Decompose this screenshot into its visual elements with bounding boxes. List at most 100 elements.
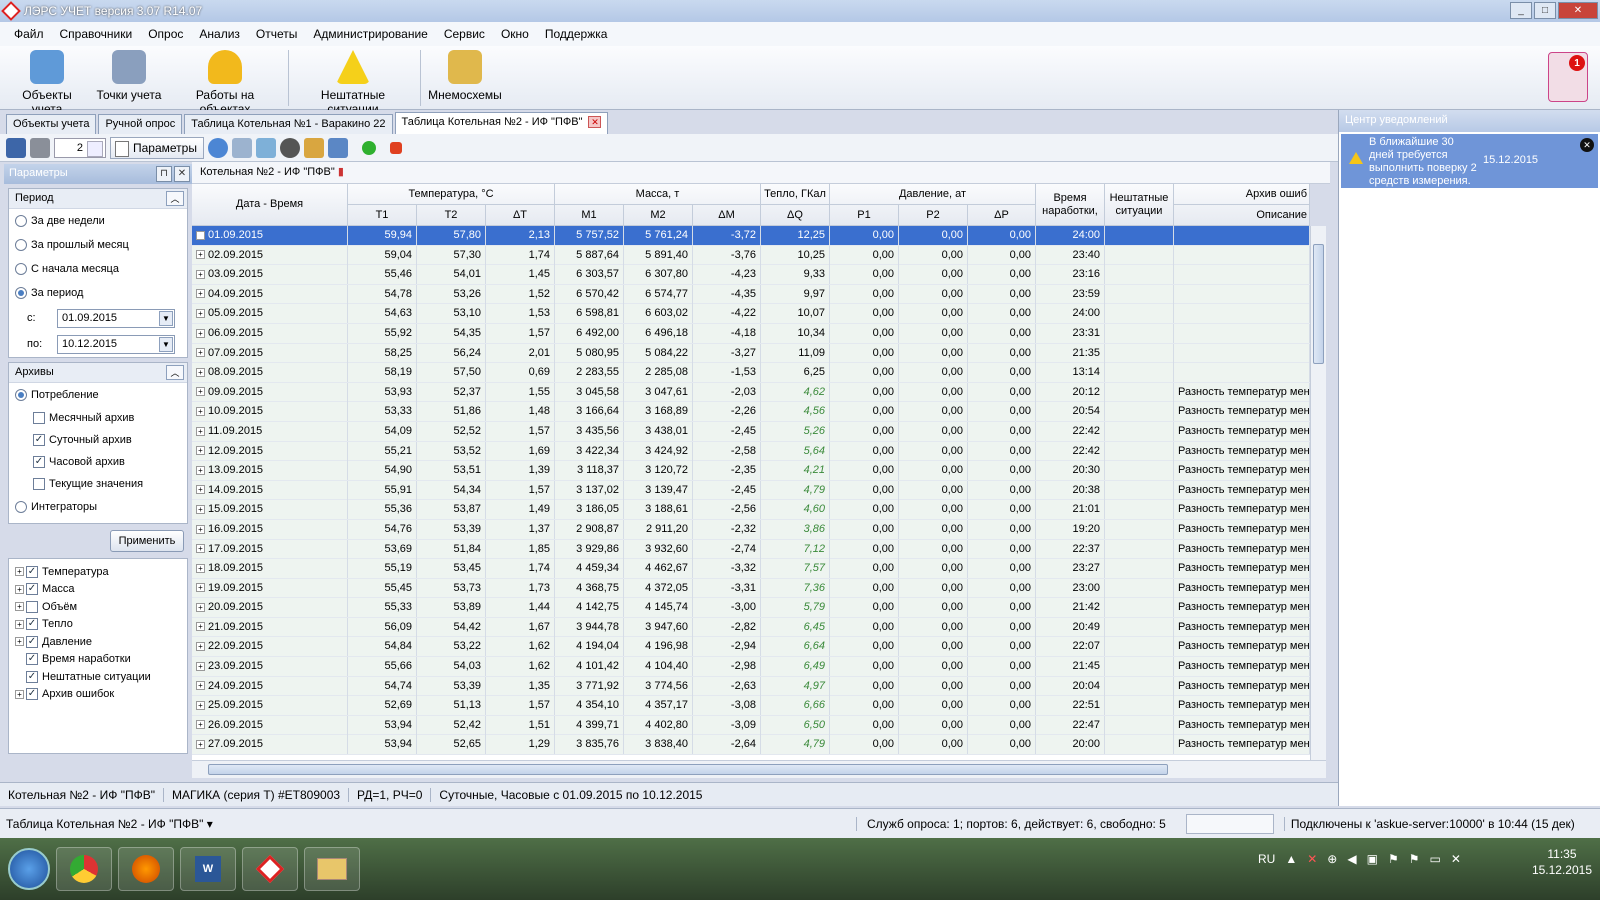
archive-hourly[interactable]: ✓ Часовой архив bbox=[9, 451, 187, 473]
expand-icon[interactable]: + bbox=[196, 602, 205, 612]
collapse-icon[interactable]: ︿ bbox=[166, 191, 184, 206]
explorer-taskbar-icon[interactable] bbox=[304, 847, 360, 891]
expand-icon[interactable]: + bbox=[196, 740, 205, 750]
expand-icon[interactable]: + bbox=[196, 622, 205, 632]
monitor-icon[interactable]: ▣ bbox=[1367, 852, 1378, 866]
tree-item[interactable]: ✓ Нештатные ситуации bbox=[9, 668, 187, 686]
col-runtime[interactable]: Время наработки, bbox=[1036, 184, 1105, 226]
table-row[interactable]: +15.09.2015 55,36 53,87 1,49 3 186,05 3 188,6… bbox=[192, 500, 1310, 520]
expand-icon[interactable]: + bbox=[15, 584, 24, 594]
scroll-thumb[interactable] bbox=[1313, 244, 1324, 364]
table-row[interactable]: +22.09.2015 54,84 53,22 1,62 4 194,04 4 196,9… bbox=[192, 637, 1310, 658]
col-dm[interactable]: ΔM bbox=[693, 205, 761, 226]
expand-icon[interactable]: + bbox=[196, 661, 205, 671]
points-button[interactable]: Точки учета bbox=[96, 50, 162, 108]
tree-item[interactable]: + ✓ Масса bbox=[9, 581, 187, 599]
tree-item[interactable]: + ✓ Архив ошибок bbox=[9, 686, 187, 704]
expand-icon[interactable]: + bbox=[15, 602, 24, 612]
table-row[interactable]: +03.09.2015 55,46 54,01 1,45 6 303,57 6 307,8… bbox=[192, 265, 1310, 285]
depth-spinner[interactable]: 2 bbox=[54, 137, 106, 158]
tab-close-icon[interactable]: ✕ bbox=[588, 116, 602, 128]
expand-icon[interactable]: + bbox=[15, 689, 24, 699]
expand-icon[interactable]: + bbox=[196, 544, 205, 554]
tray-arrow-icon[interactable]: ▲ bbox=[1285, 852, 1297, 866]
col-p1[interactable]: P1 bbox=[830, 205, 899, 226]
menu-directories[interactable]: Справочники bbox=[52, 27, 141, 41]
mnemo-button[interactable]: Мнемосхемы bbox=[426, 50, 504, 108]
tab-objects[interactable]: Объекты учета bbox=[6, 114, 97, 134]
table-row[interactable]: +18.09.2015 55,19 53,45 1,74 4 459,34 4 462,6… bbox=[192, 559, 1310, 579]
maximize-button[interactable]: □ bbox=[1534, 2, 1556, 19]
flag-icon[interactable]: ⚑ bbox=[1409, 852, 1420, 866]
table-row[interactable]: +10.09.2015 53,33 51,86 1,48 3 166,64 3 168,8… bbox=[192, 402, 1310, 422]
close-icon[interactable]: ✕ bbox=[1580, 138, 1594, 152]
expand-icon[interactable]: + bbox=[196, 269, 205, 279]
table-row[interactable]: +09.09.2015 53,93 52,37 1,55 3 045,58 3 047,6… bbox=[192, 382, 1310, 403]
print-icon[interactable] bbox=[30, 137, 50, 158]
archive-daily[interactable]: ✓ Суточный архив bbox=[9, 429, 187, 451]
table-row[interactable]: +27.09.2015 53,94 52,65 1,29 3 835,76 3 838,4… bbox=[192, 735, 1310, 756]
menu-admin[interactable]: Администрирование bbox=[305, 27, 435, 41]
expand-icon[interactable]: + bbox=[196, 485, 205, 495]
col-emergency[interactable]: Нештатные ситуации bbox=[1105, 184, 1174, 226]
col-p2[interactable]: P2 bbox=[899, 205, 968, 226]
table-row[interactable]: +05.09.2015 54,63 53,10 1,53 6 598,81 6 603,0… bbox=[192, 304, 1310, 324]
table-row[interactable]: +26.09.2015 53,94 52,42 1,51 4 399,71 4 402,8… bbox=[192, 715, 1310, 736]
expand-icon[interactable]: + bbox=[196, 720, 205, 730]
expand-icon[interactable]: + bbox=[196, 583, 205, 593]
filter-icon[interactable] bbox=[279, 137, 300, 158]
col-dt[interactable]: ΔT bbox=[486, 205, 555, 226]
menu-service[interactable]: Сервис bbox=[436, 27, 493, 41]
menu-reports[interactable]: Отчеты bbox=[248, 27, 305, 41]
expand-icon[interactable]: + bbox=[196, 406, 205, 416]
edit-icon[interactable] bbox=[303, 137, 324, 158]
checkbox-checked-icon[interactable]: ✓ bbox=[26, 565, 38, 578]
parameters-button[interactable]: Параметры bbox=[110, 136, 204, 159]
checkbox-checked-icon[interactable]: ✓ bbox=[26, 635, 38, 648]
tree-item[interactable]: + ✓ Тепло bbox=[9, 616, 187, 634]
table-row[interactable]: +12.09.2015 55,21 53,52 1,69 3 422,34 3 424,9… bbox=[192, 441, 1310, 462]
close-button[interactable]: ✕ bbox=[1558, 2, 1598, 19]
expand-icon[interactable]: + bbox=[196, 681, 205, 691]
expand-icon[interactable]: + bbox=[196, 426, 205, 436]
volume-icon[interactable]: ◀ bbox=[1347, 852, 1356, 866]
table-row[interactable]: +23.09.2015 55,66 54,03 1,62 4 101,42 4 104,4… bbox=[192, 657, 1310, 677]
table-row[interactable]: +07.09.2015 58,25 56,24 2,01 5 080,95 5 084,2… bbox=[192, 343, 1310, 364]
table-row[interactable]: +01.09.2015 59,94 57,80 2,13 5 757,52 5 761,2… bbox=[192, 226, 1310, 246]
period-custom[interactable]: За период bbox=[9, 281, 187, 305]
expand-icon[interactable]: + bbox=[196, 348, 205, 358]
lers-taskbar-icon[interactable] bbox=[242, 847, 298, 891]
checkbox-checked-icon[interactable]: ✓ bbox=[26, 583, 38, 596]
col-dp[interactable]: ΔP bbox=[968, 205, 1036, 226]
vertical-scrollbar[interactable] bbox=[1310, 226, 1326, 760]
works-button[interactable]: Работы на объектах bbox=[170, 50, 280, 116]
table-row[interactable]: +20.09.2015 55,33 53,89 1,44 4 142,75 4 145,7… bbox=[192, 598, 1310, 618]
table-row[interactable]: +11.09.2015 54,09 52,52 1,57 3 435,56 3 438,0… bbox=[192, 421, 1310, 442]
checkbox-checked-icon[interactable]: ✓ bbox=[26, 618, 38, 631]
col-m1[interactable]: M1 bbox=[555, 205, 624, 226]
tab-table-2[interactable]: Таблица Котельная №2 - ИФ "ПФВ" ✕ bbox=[394, 112, 609, 134]
tree-item[interactable]: + Объём bbox=[9, 598, 187, 616]
expand-icon[interactable]: + bbox=[196, 308, 205, 318]
objects-button[interactable]: Объекты учета bbox=[6, 50, 88, 116]
home-icon[interactable] bbox=[231, 137, 252, 158]
menu-file[interactable]: Файл bbox=[6, 27, 52, 41]
expand-icon[interactable]: + bbox=[196, 289, 205, 299]
network-icon[interactable]: ⊕ bbox=[1327, 852, 1337, 866]
col-description[interactable]: Описание bbox=[1174, 205, 1310, 226]
checkbox-checked-icon[interactable]: ✓ bbox=[26, 670, 38, 683]
col-dq[interactable]: ΔQ bbox=[761, 205, 830, 226]
table-row[interactable]: +21.09.2015 56,09 54,42 1,67 3 944,78 3 947,6… bbox=[192, 617, 1310, 638]
chrome-taskbar-icon[interactable] bbox=[56, 847, 112, 891]
table-row[interactable]: +04.09.2015 54,78 53,26 1,52 6 570,42 6 574,7… bbox=[192, 284, 1310, 305]
expand-icon[interactable]: + bbox=[196, 642, 205, 652]
expand-icon[interactable]: + bbox=[15, 567, 24, 577]
tab-manual-poll[interactable]: Ручной опрос bbox=[98, 114, 183, 134]
checkbox-checked-icon[interactable]: ✓ bbox=[26, 653, 38, 666]
table-row[interactable]: +19.09.2015 55,45 53,73 1,73 4 368,75 4 372,0… bbox=[192, 578, 1310, 599]
collapse-icon[interactable]: ︿ bbox=[166, 365, 184, 380]
table-row[interactable]: +08.09.2015 58,19 57,50 0,69 2 283,55 2 285,0… bbox=[192, 363, 1310, 383]
tree-item[interactable]: + ✓ Температура bbox=[9, 563, 187, 581]
expand-icon[interactable]: + bbox=[196, 328, 205, 338]
chevron-down-icon[interactable]: ▼ bbox=[159, 310, 173, 326]
